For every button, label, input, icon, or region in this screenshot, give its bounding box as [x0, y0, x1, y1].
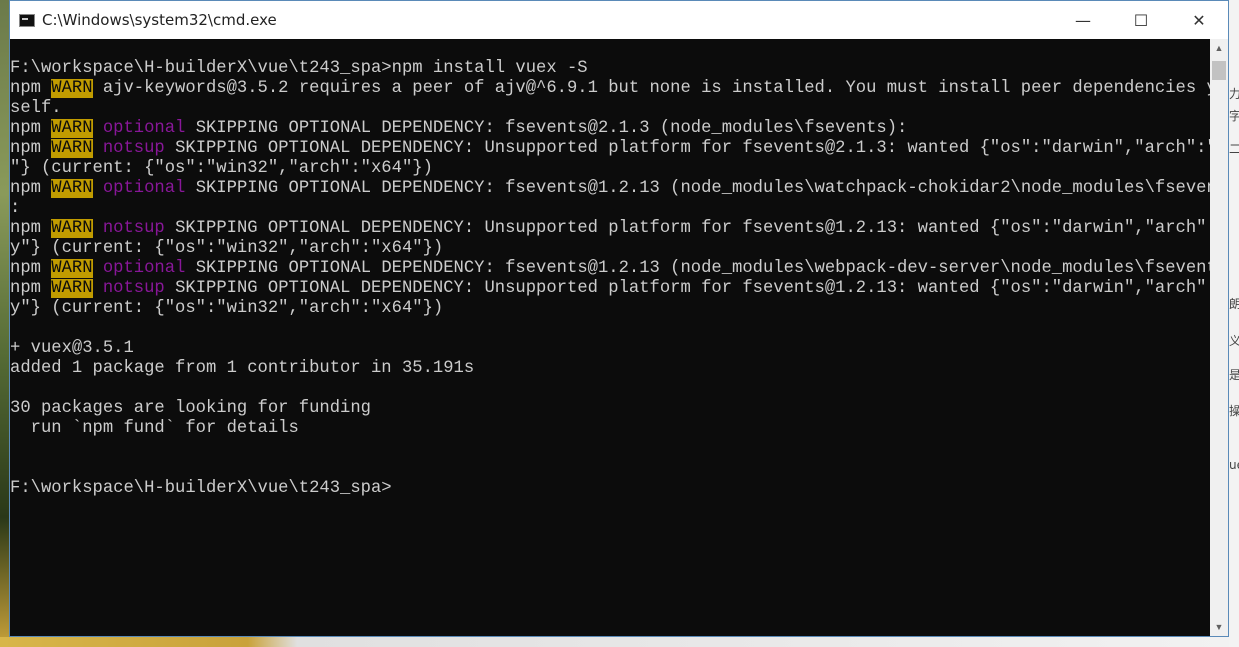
cmd-window: C:\Windows\system32\cmd.exe — ☐ ✕ F:\wor… [9, 0, 1229, 637]
background-window-edge: 力字二朗义是操 ue [1229, 0, 1239, 647]
background-glyph: 朗 [1229, 297, 1239, 311]
window-title: C:\Windows\system32\cmd.exe [42, 11, 277, 29]
terminal-text: npm [10, 139, 52, 158]
title-bar[interactable]: C:\Windows\system32\cmd.exe — ☐ ✕ [10, 1, 1228, 39]
terminal-line: y"} (current: {"os":"win32","arch":"x64"… [10, 239, 1210, 259]
warn-badge: WARN [51, 119, 93, 138]
desktop-wallpaper-bottom [0, 637, 1239, 647]
terminal-text: added 1 package from 1 contributor in 35… [10, 359, 475, 378]
warn-badge: WARN [51, 259, 93, 278]
scroll-down-arrow-icon[interactable]: ▼ [1210, 618, 1228, 636]
warn-category: optional [102, 259, 186, 278]
background-glyph: 操 [1229, 404, 1239, 418]
warn-badge: WARN [51, 219, 93, 238]
scrollbar-thumb[interactable] [1212, 61, 1226, 80]
terminal-text: + vuex@3.5.1 [10, 339, 134, 358]
terminal-text: 30 packages are looking for funding [10, 399, 371, 418]
terminal-line: npm WARN notsup SKIPPING OPTIONAL DEPEND… [10, 139, 1210, 159]
terminal-text: npm [10, 279, 52, 298]
background-glyph: 义 [1229, 334, 1239, 348]
terminal-line: npm WARN notsup SKIPPING OPTIONAL DEPEND… [10, 219, 1210, 239]
terminal-line: + vuex@3.5.1 [10, 339, 1210, 359]
vertical-scrollbar[interactable]: ▲ ▼ [1210, 39, 1228, 636]
terminal-line: 30 packages are looking for funding [10, 399, 1210, 419]
background-glyph: 二 [1229, 142, 1239, 156]
terminal-text: SKIPPING OPTIONAL DEPENDENCY: fsevents@2… [185, 119, 908, 138]
terminal-text: npm [10, 179, 52, 198]
cmd-app-icon[interactable] [19, 13, 35, 27]
terminal-line: npm WARN optional SKIPPING OPTIONAL DEPE… [10, 179, 1210, 199]
minimize-button[interactable]: — [1054, 1, 1112, 39]
warn-category: notsup [102, 279, 165, 298]
window-controls: — ☐ ✕ [1054, 1, 1228, 39]
terminal-output[interactable]: F:\workspace\H-builderX\vue\t243_spa> npm… [10, 39, 1210, 636]
warn-category: notsup [102, 219, 165, 238]
terminal-text: npm [10, 119, 52, 138]
warn-badge: WARN [51, 179, 93, 198]
warn-category: notsup [102, 139, 165, 158]
desktop-wallpaper-left [0, 0, 9, 647]
terminal-line: self. [10, 99, 1210, 119]
close-button[interactable]: ✕ [1170, 1, 1228, 39]
terminal-text: F:\workspace\H-builderX\vue\t243_spa> [10, 479, 392, 498]
terminal-text: SKIPPING OPTIONAL DEPENDENCY: Unsupporte… [164, 219, 1210, 238]
terminal-text: SKIPPING OPTIONAL DEPENDENCY: fsevents@1… [185, 179, 1210, 198]
warn-category: optional [102, 179, 186, 198]
background-glyph: 字 [1229, 109, 1239, 123]
scroll-up-arrow-icon[interactable]: ▲ [1210, 39, 1228, 57]
warn-category: optional [102, 119, 186, 138]
terminal-text: y"} (current: {"os":"win32","arch":"x64"… [10, 239, 444, 258]
terminal-line: "} (current: {"os":"win32","arch":"x64"}… [10, 159, 1210, 179]
terminal-text: run `npm fund` for details [10, 419, 299, 438]
terminal-text: F:\workspace\H-builderX\vue\t243_spa>npm… [10, 59, 588, 78]
background-glyph: 是 [1229, 368, 1239, 382]
terminal-line: npm WARN optional SKIPPING OPTIONAL DEPE… [10, 259, 1210, 279]
terminal-text: npm [10, 219, 52, 238]
terminal-text: y"} (current: {"os":"win32","arch":"x64"… [10, 299, 444, 318]
terminal-line: y"} (current: {"os":"win32","arch":"x64"… [10, 299, 1210, 319]
terminal-text: "} (current: {"os":"win32","arch":"x64"}… [10, 159, 433, 178]
terminal-text: : [10, 199, 21, 218]
terminal-text: npm [10, 259, 52, 278]
terminal-line: run `npm fund` for details [10, 419, 1210, 439]
terminal-text: self. [10, 99, 62, 118]
terminal-line: F:\workspace\H-builderX\vue\t243_spa>npm… [10, 59, 1210, 79]
terminal-line: : [10, 199, 1210, 219]
maximize-button[interactable]: ☐ [1112, 1, 1170, 39]
terminal-text: npm [10, 79, 52, 98]
terminal-line: F:\workspace\H-builderX\vue\t243_spa> [10, 479, 1210, 499]
background-glyph: 力 [1229, 87, 1239, 101]
terminal-text: SKIPPING OPTIONAL DEPENDENCY: fsevents@1… [185, 259, 1210, 278]
warn-badge: WARN [51, 79, 93, 98]
warn-badge: WARN [51, 139, 93, 158]
warn-badge: WARN [51, 279, 93, 298]
terminal-line: npm WARN notsup SKIPPING OPTIONAL DEPEND… [10, 279, 1210, 299]
terminal-text: ajv-keywords@3.5.2 requires a peer of aj… [92, 79, 1210, 98]
terminal-text: SKIPPING OPTIONAL DEPENDENCY: Unsupporte… [164, 279, 1210, 298]
background-glyph: ue [1229, 458, 1239, 472]
terminal-text: SKIPPING OPTIONAL DEPENDENCY: Unsupporte… [164, 139, 1210, 158]
terminal-line: added 1 package from 1 contributor in 35… [10, 359, 1210, 379]
terminal-line: npm WARN ajv-keywords@3.5.2 requires a p… [10, 79, 1210, 99]
terminal-line: npm WARN optional SKIPPING OPTIONAL DEPE… [10, 119, 1210, 139]
